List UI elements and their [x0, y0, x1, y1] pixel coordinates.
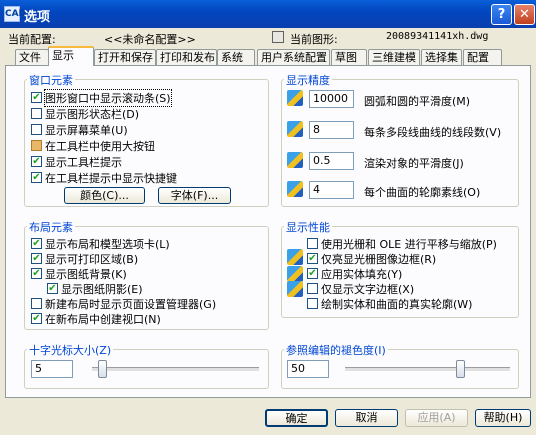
pencil-icon	[287, 90, 303, 106]
pencil-icon	[287, 266, 303, 282]
polyline-segments-label: 每条多段线曲线的线段数(V)	[364, 126, 502, 139]
tab-drafting[interactable]: 草图	[331, 49, 367, 65]
tab-user-preferences[interactable]: 用户系统配置	[257, 49, 330, 65]
tab-plot-publish[interactable]: 打印和发布	[156, 49, 217, 65]
label-status-bar: 显示图形状态栏(D)	[45, 108, 140, 121]
contour-lines-input[interactable]: 4	[309, 181, 354, 199]
crosshair-size-title: 十字光标大小(Z)	[27, 342, 114, 358]
label-text-frame: 仅显示文字边框(X)	[321, 283, 415, 296]
apply-button[interactable]: 应用(A)	[405, 409, 468, 427]
checkbox-true-silhouettes[interactable]	[307, 298, 318, 309]
checkbox-shortcut-keys[interactable]: ✔	[31, 172, 42, 183]
label-create-viewport: 在新布局中创建视口(N)	[45, 313, 161, 326]
window-title: 选项	[24, 10, 51, 25]
tab-selection[interactable]: 选择集	[421, 49, 462, 65]
fonts-button[interactable]: 字体(F)...	[158, 187, 231, 204]
label-screen-menu: 显示屏幕菜单(U)	[45, 124, 128, 137]
current-profile-value: <<未命名配置>>	[104, 33, 196, 46]
contour-lines-label: 每个曲面的轮廓素线(O)	[364, 186, 481, 199]
title-bar: CAD 选项 ? ✕	[0, 0, 536, 28]
display-performance-title: 显示性能	[284, 219, 332, 235]
arc-smoothness-input[interactable]: 10000	[309, 90, 354, 108]
crosshair-size-track	[92, 367, 259, 372]
checkbox-page-setup-manager[interactable]	[31, 298, 42, 309]
tab-display[interactable]: 显示	[48, 46, 94, 66]
tab-system[interactable]: 系统	[217, 49, 255, 65]
help-button[interactable]: 帮助(H)	[475, 409, 531, 427]
label-paper-shadow: 显示图纸阴影(E)	[61, 283, 143, 296]
window-elements-title: 窗口元素	[27, 72, 75, 88]
label-pan-zoom-raster: 使用光栅和 OLE 进行平移与缩放(P)	[321, 238, 497, 251]
label-solid-fill: 应用实体填充(Y)	[321, 268, 403, 281]
current-drawing-label: 当前图形:	[290, 33, 338, 46]
pencil-icon	[287, 281, 303, 297]
label-page-setup-manager: 新建布局时显示页面设置管理器(G)	[45, 298, 217, 311]
tab-profiles[interactable]: 配置	[463, 49, 502, 65]
layout-elements-title: 布局元素	[27, 219, 75, 235]
label-scrollbars: 图形窗口中显示滚动条(S)	[44, 89, 172, 107]
crosshair-size-slider[interactable]	[98, 360, 108, 378]
pencil-icon	[287, 249, 303, 265]
app-icon: CAD	[4, 6, 26, 22]
drawing-icon	[272, 31, 284, 43]
close-title-button[interactable]: ✕	[514, 4, 535, 25]
xref-fade-slider[interactable]	[456, 360, 466, 378]
tab-files[interactable]: 文件	[15, 49, 49, 65]
checkbox-tooltips[interactable]: ✔	[31, 156, 42, 167]
pencil-icon	[287, 181, 303, 197]
checkbox-paper-shadow[interactable]: ✔	[47, 283, 58, 294]
checkbox-solid-fill[interactable]: ✔	[307, 268, 318, 279]
checkbox-pan-zoom-raster[interactable]	[307, 238, 318, 249]
pencil-icon	[287, 121, 303, 137]
help-title-button[interactable]: ?	[491, 4, 512, 25]
checkbox-scrollbars[interactable]: ✔	[31, 92, 42, 103]
checkbox-screen-menu[interactable]	[31, 124, 42, 135]
pencil-icon	[287, 152, 303, 168]
tab-3d-modeling[interactable]: 三维建模	[368, 49, 420, 65]
display-resolution-title: 显示精度	[284, 72, 332, 88]
checkbox-printable-area[interactable]: ✔	[31, 253, 42, 264]
checkbox-status-bar[interactable]	[31, 108, 42, 119]
label-shortcut-keys: 在工具栏提示中显示快捷键	[45, 172, 177, 185]
label-highlight-raster-frame: 仅亮显光栅图像边框(R)	[321, 253, 437, 266]
label-true-silhouettes: 绘制实体和曲面的真实轮廓(W)	[321, 298, 473, 311]
checkbox-create-viewport[interactable]: ✔	[31, 313, 42, 324]
checkbox-text-frame[interactable]	[307, 283, 318, 294]
render-smoothness-label: 渲染对象的平滑度(J)	[364, 157, 464, 170]
cancel-button[interactable]: 取消	[335, 409, 398, 427]
checkbox-paper-background[interactable]: ✔	[31, 268, 42, 279]
colors-button[interactable]: 颜色(C)...	[64, 187, 145, 204]
current-drawing-value: 20089341141xh.dwg	[386, 31, 489, 42]
ok-button[interactable]: 确定	[265, 409, 328, 427]
render-smoothness-input[interactable]: 0.5	[309, 152, 354, 170]
tab-open-save[interactable]: 打开和保存	[94, 49, 156, 65]
xref-fade-title: 参照编辑的褪色度(I)	[284, 342, 388, 358]
arc-smoothness-label: 圆弧和圆的平滑度(M)	[364, 95, 471, 108]
label-layout-model-tabs: 显示布局和模型选项卡(L)	[45, 238, 170, 251]
help-icon: ?	[497, 7, 506, 22]
checkbox-highlight-raster-frame[interactable]: ✔	[307, 253, 318, 264]
label-large-buttons: 在工具栏中使用大按钮	[45, 140, 155, 153]
checkbox-layout-model-tabs[interactable]: ✔	[31, 238, 42, 249]
close-icon: ✕	[519, 7, 530, 22]
checkbox-large-buttons[interactable]	[31, 140, 42, 151]
label-paper-background: 显示图纸背景(K)	[45, 268, 127, 281]
polyline-segments-input[interactable]: 8	[309, 121, 354, 139]
crosshair-size-input[interactable]: 5	[31, 360, 73, 378]
xref-fade-input[interactable]: 50	[287, 360, 329, 378]
label-tooltips: 显示工具栏提示	[45, 156, 122, 169]
current-profile-label: 当前配置:	[8, 33, 56, 46]
xref-fade-track	[345, 367, 510, 372]
label-printable-area: 显示可打印区域(B)	[45, 253, 139, 266]
